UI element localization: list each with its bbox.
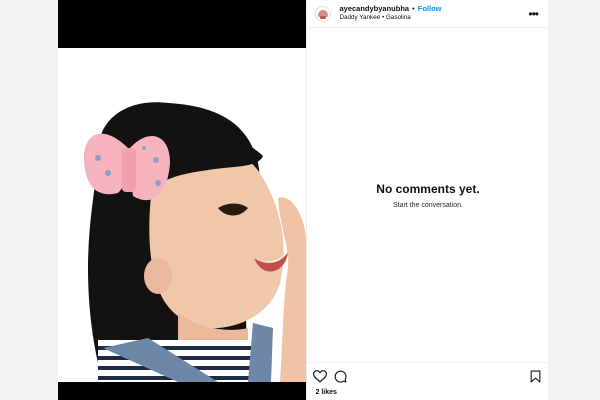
post-photo-illustration <box>58 48 307 382</box>
separator-dot: • <box>412 4 415 14</box>
post-modal: ayecandybyanubha • Follow Daddy Yankee • G… <box>58 0 549 400</box>
audio-link[interactable]: Daddy Yankee • Gasolina <box>339 15 526 22</box>
heart-icon[interactable] <box>313 370 328 383</box>
header-row: ayecandybyanubha • Follow <box>339 5 526 13</box>
avatar[interactable] <box>315 5 332 22</box>
ellipsis-icon[interactable]: ••• <box>526 8 540 20</box>
follow-button[interactable]: Follow <box>418 4 442 13</box>
action-bar <box>307 362 549 391</box>
bookmark-icon[interactable] <box>530 370 541 383</box>
likes-count[interactable]: 2 likes <box>315 389 336 396</box>
no-comments-title: No comments yet. <box>376 182 480 196</box>
post-media[interactable] <box>58 0 307 400</box>
start-conversation-text: Start the conversation. <box>392 202 463 209</box>
comments-empty-state: No comments yet. Start the conversation. <box>307 182 548 209</box>
post-header: ayecandybyanubha • Follow Daddy Yankee • G… <box>307 0 548 28</box>
username-link[interactable]: ayecandybyanubha <box>339 4 409 13</box>
comment-icon[interactable] <box>334 370 348 383</box>
header-text: ayecandybyanubha • Follow Daddy Yankee • G… <box>339 5 526 21</box>
post-sidebar: ayecandybyanubha • Follow Daddy Yankee • G… <box>306 0 549 400</box>
post-photo <box>58 48 307 382</box>
